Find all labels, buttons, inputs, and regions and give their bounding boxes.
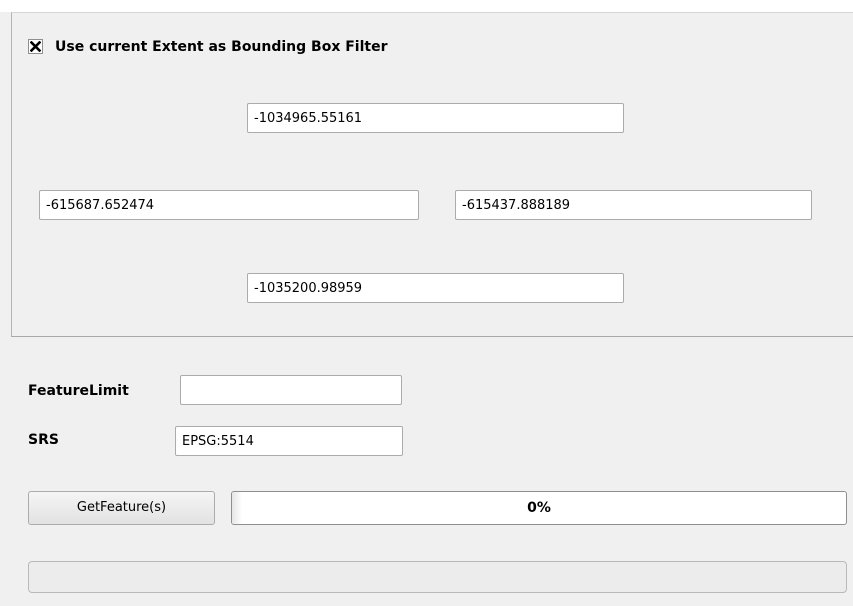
use-extent-label: Use current Extent as Bounding Box Filte… [55, 39, 388, 55]
bbox-south-input[interactable] [247, 273, 624, 303]
use-extent-checkbox[interactable] [28, 39, 43, 54]
progress-text: 0% [527, 500, 551, 516]
progress-bar: 0% [231, 491, 847, 525]
bbox-west-input[interactable] [39, 190, 419, 220]
bbox-east-input[interactable] [455, 190, 812, 220]
check-mark-icon [30, 41, 41, 52]
feature-limit-input[interactable] [180, 375, 402, 405]
srs-label: SRS [28, 432, 59, 448]
top-strip [0, 0, 853, 12]
bbox-north-input[interactable] [247, 103, 624, 133]
get-features-button[interactable]: GetFeature(s) [28, 491, 215, 525]
status-bar [28, 561, 847, 593]
srs-input[interactable] [175, 426, 403, 456]
feature-limit-label: FeatureLimit [28, 383, 129, 399]
